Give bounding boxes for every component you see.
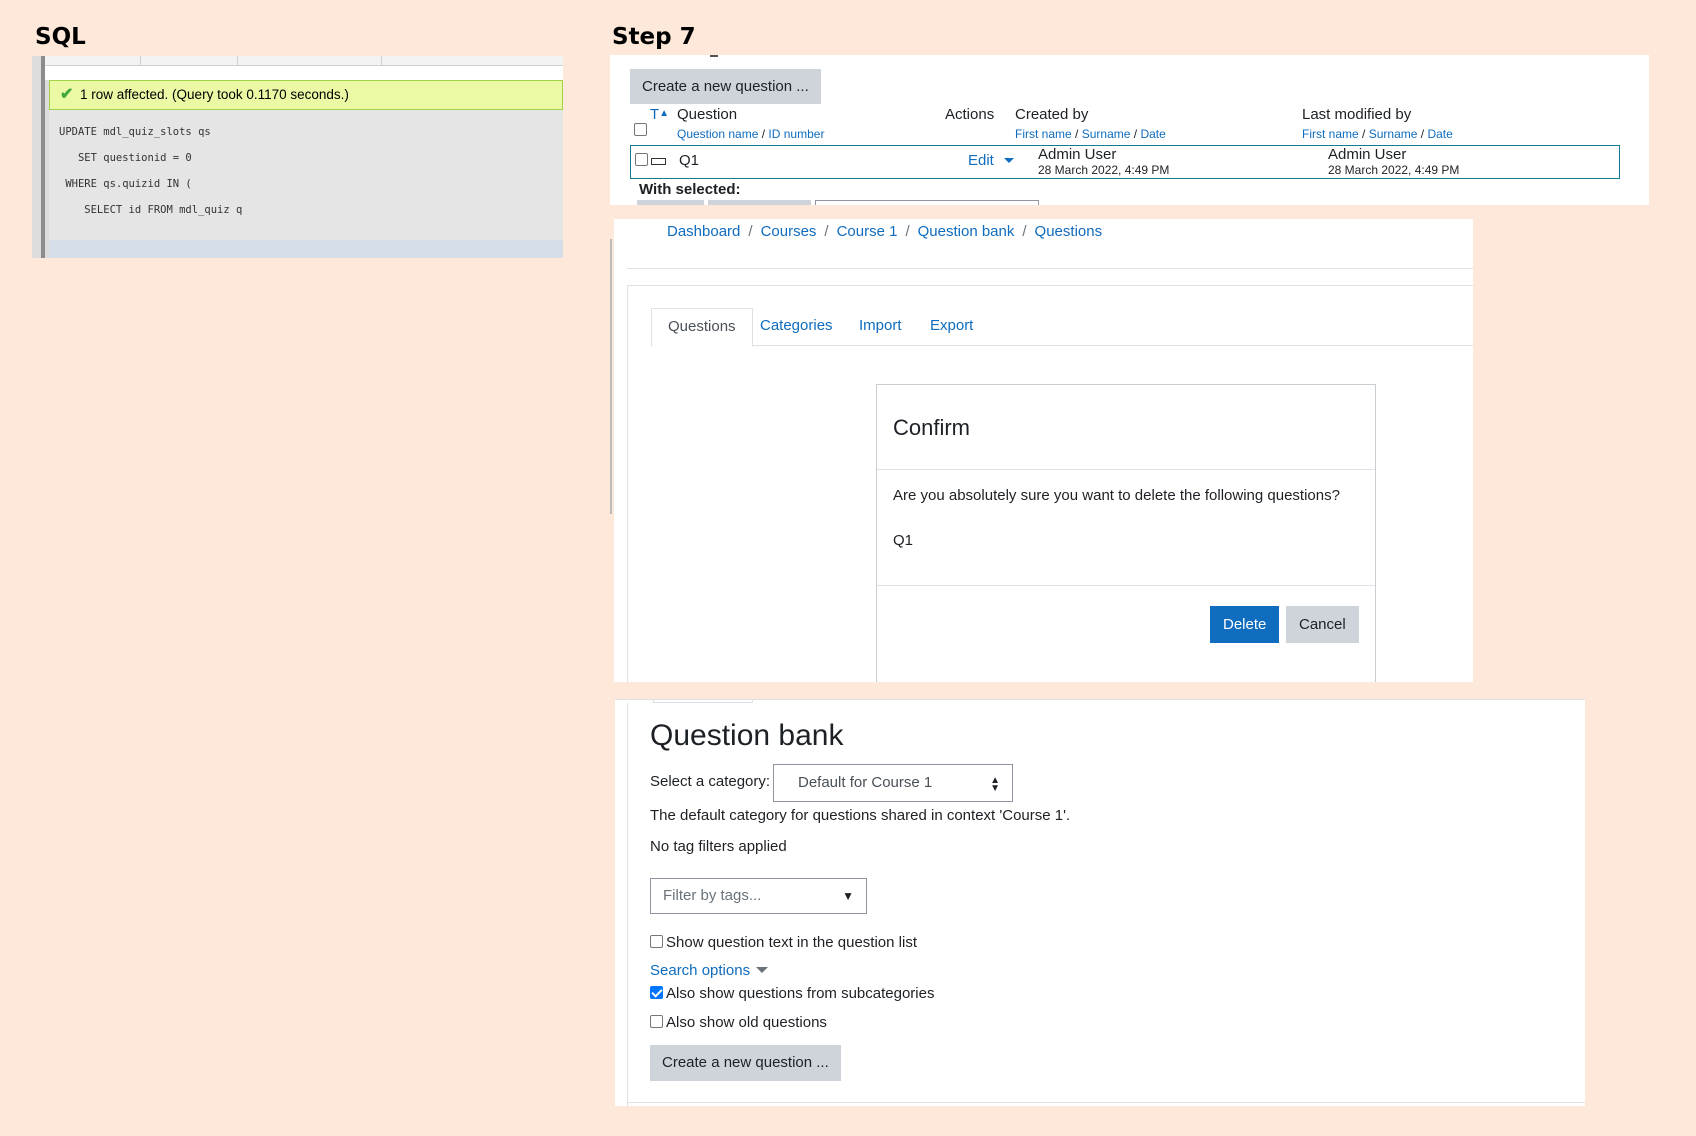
chevron-down-icon bbox=[1004, 158, 1015, 163]
sql-code-line: SELECT id FROM mdl_quiz q bbox=[59, 204, 243, 216]
sql-footer-bar bbox=[49, 240, 563, 258]
create-question-button[interactable]: Create a new question ... bbox=[630, 69, 821, 104]
sort-ascending-icon: ▲ bbox=[659, 108, 670, 119]
page-title: Question bank bbox=[650, 719, 844, 752]
created-by-sort-links: First name / Surname / Date bbox=[1015, 127, 1166, 141]
show-question-text-option[interactable]: Show question text in the question list bbox=[650, 934, 917, 951]
tab-export[interactable]: Export bbox=[914, 308, 989, 346]
category-select[interactable]: Default for Course 1 ▲ ▼ bbox=[773, 764, 1013, 802]
dialog-title: Confirm bbox=[893, 415, 971, 440]
delete-button[interactable]: Delete bbox=[1210, 606, 1280, 643]
question-bank-tabs: Questions Categories Import Export bbox=[651, 308, 1473, 347]
subcategories-checkbox[interactable] bbox=[650, 986, 663, 999]
subcategories-label: Also show questions from subcategories bbox=[666, 985, 935, 1002]
dropdown-arrow-icon: ▼ bbox=[842, 889, 854, 903]
created-by-column-header: Created by bbox=[1015, 106, 1089, 123]
tag-filter-input[interactable]: Filter by tags... ▼ bbox=[650, 878, 867, 914]
select-all-checkbox[interactable] bbox=[634, 123, 647, 140]
type-sort-link[interactable]: T▲ bbox=[650, 106, 669, 123]
step-heading: Step 7 bbox=[612, 24, 696, 50]
sql-success-message: ✔ 1 row affected. (Query took 0.1170 sec… bbox=[49, 80, 563, 110]
sort-created-surname-link[interactable]: Surname bbox=[1082, 127, 1131, 141]
modified-by-user: Admin User bbox=[1328, 146, 1407, 163]
category-label: Select a category: bbox=[650, 773, 771, 790]
sort-created-first-name-link[interactable]: First name bbox=[1015, 127, 1072, 141]
edit-menu-toggle[interactable]: Edit bbox=[968, 152, 1015, 169]
breadcrumb-bar: Dashboard / Courses / Course 1/Question bank… bbox=[627, 219, 1473, 269]
sql-heading: SQL bbox=[35, 24, 86, 50]
tab-categories[interactable]: Categories bbox=[744, 308, 849, 346]
cancel-button[interactable]: Cancel bbox=[1286, 606, 1359, 643]
created-date: 28 March 2022, 4:49 PM bbox=[1038, 163, 1170, 177]
breadcrumb-course-1[interactable]: Course 1 bbox=[837, 223, 898, 240]
caret-down-icon bbox=[756, 967, 769, 973]
sql-code-line: WHERE qs.quizid IN ( bbox=[59, 178, 192, 190]
old-questions-label: Also show old questions bbox=[666, 1014, 827, 1031]
sort-question-name-link[interactable]: Question name bbox=[677, 127, 758, 141]
select-arrows-icon: ▲ ▼ bbox=[990, 775, 1000, 794]
confirm-dialog: Confirm Are you absolutely sure you want… bbox=[876, 384, 1376, 682]
delete-confirm-panel: Dashboard / Courses / Course 1/Question bank… bbox=[610, 219, 1473, 682]
actions-column-header: Actions bbox=[945, 106, 995, 123]
breadcrumb-question-bank[interactable]: Question bank bbox=[918, 223, 1015, 240]
sql-success-text: 1 row affected. (Query took 0.1170 secon… bbox=[80, 87, 349, 102]
sort-modified-surname-link[interactable]: Surname bbox=[1369, 127, 1418, 141]
sort-id-number-link[interactable]: ID number bbox=[768, 127, 824, 141]
table-row: Q1 Edit Admin User 28 March 2022, 4:49 P… bbox=[630, 145, 1620, 179]
question-sort-links: Question name / ID number bbox=[677, 127, 825, 141]
panel-left-border bbox=[41, 56, 45, 258]
modified-by-column-header: Last modified by bbox=[1302, 106, 1412, 123]
breadcrumb-questions[interactable]: Questions bbox=[1035, 223, 1103, 240]
modified-by-sort-links: First name / Surname / Date bbox=[1302, 127, 1453, 141]
tag-filter-placeholder: Filter by tags... bbox=[663, 887, 762, 904]
dialog-message: Are you absolutely sure you want to dele… bbox=[893, 487, 1340, 504]
question-list-panel: Create a new question ... T▲ Question Qu… bbox=[610, 55, 1649, 205]
bulk-action-button[interactable] bbox=[708, 200, 811, 205]
question-bank-card: Questions Categories Import Export Confi… bbox=[627, 285, 1473, 682]
breadcrumb: Dashboard / Courses / Course 1/Question bank… bbox=[667, 223, 1103, 240]
show-question-text-checkbox[interactable] bbox=[650, 935, 663, 948]
breadcrumb-dashboard[interactable]: Dashboard bbox=[667, 223, 740, 240]
category-description: The default category for questions share… bbox=[650, 807, 1071, 824]
question-name: Q1 bbox=[679, 152, 700, 169]
old-questions-checkbox[interactable] bbox=[650, 1015, 663, 1028]
sort-modified-date-link[interactable]: Date bbox=[1427, 127, 1452, 141]
old-questions-option[interactable]: Also show old questions bbox=[650, 1014, 827, 1031]
tag-filter-status: No tag filters applied bbox=[650, 838, 787, 855]
category-select-value: Default for Course 1 bbox=[798, 774, 933, 791]
sql-tab-strip bbox=[45, 56, 563, 66]
search-options-toggle[interactable]: Search options bbox=[650, 962, 769, 979]
sql-query-code: UPDATE mdl_quiz_slots qs SET questionid … bbox=[49, 110, 563, 240]
row-checkbox[interactable] bbox=[635, 153, 648, 170]
create-question-button-bottom[interactable]: Create a new question ... bbox=[650, 1045, 841, 1081]
subcategories-option[interactable]: Also show questions from subcategories bbox=[650, 985, 934, 1002]
sql-result-panel: ✔ 1 row affected. (Query took 0.1170 sec… bbox=[32, 56, 563, 258]
question-bank-panel: Question bank Select a category: Default… bbox=[615, 699, 1585, 1106]
dialog-question-name: Q1 bbox=[893, 532, 914, 549]
sql-code-line: SET questionid = 0 bbox=[59, 152, 192, 164]
sort-created-date-link[interactable]: Date bbox=[1140, 127, 1165, 141]
modified-date: 28 March 2022, 4:49 PM bbox=[1328, 163, 1460, 177]
bulk-action-button[interactable] bbox=[637, 200, 704, 205]
bulk-action-select[interactable] bbox=[815, 200, 1039, 205]
with-selected-label: With selected: bbox=[639, 181, 741, 198]
check-icon: ✔ bbox=[60, 86, 74, 103]
tab-questions[interactable]: Questions bbox=[651, 308, 753, 347]
sort-modified-first-name-link[interactable]: First name bbox=[1302, 127, 1359, 141]
question-type-icon bbox=[651, 158, 666, 165]
breadcrumb-courses[interactable]: Courses bbox=[761, 223, 817, 240]
question-column-header: Question bbox=[677, 106, 738, 123]
show-question-text-label: Show question text in the question list bbox=[666, 934, 917, 951]
tab-import[interactable]: Import bbox=[843, 308, 918, 346]
created-by-user: Admin User bbox=[1038, 146, 1117, 163]
sql-code-line: UPDATE mdl_quiz_slots qs bbox=[59, 126, 211, 138]
